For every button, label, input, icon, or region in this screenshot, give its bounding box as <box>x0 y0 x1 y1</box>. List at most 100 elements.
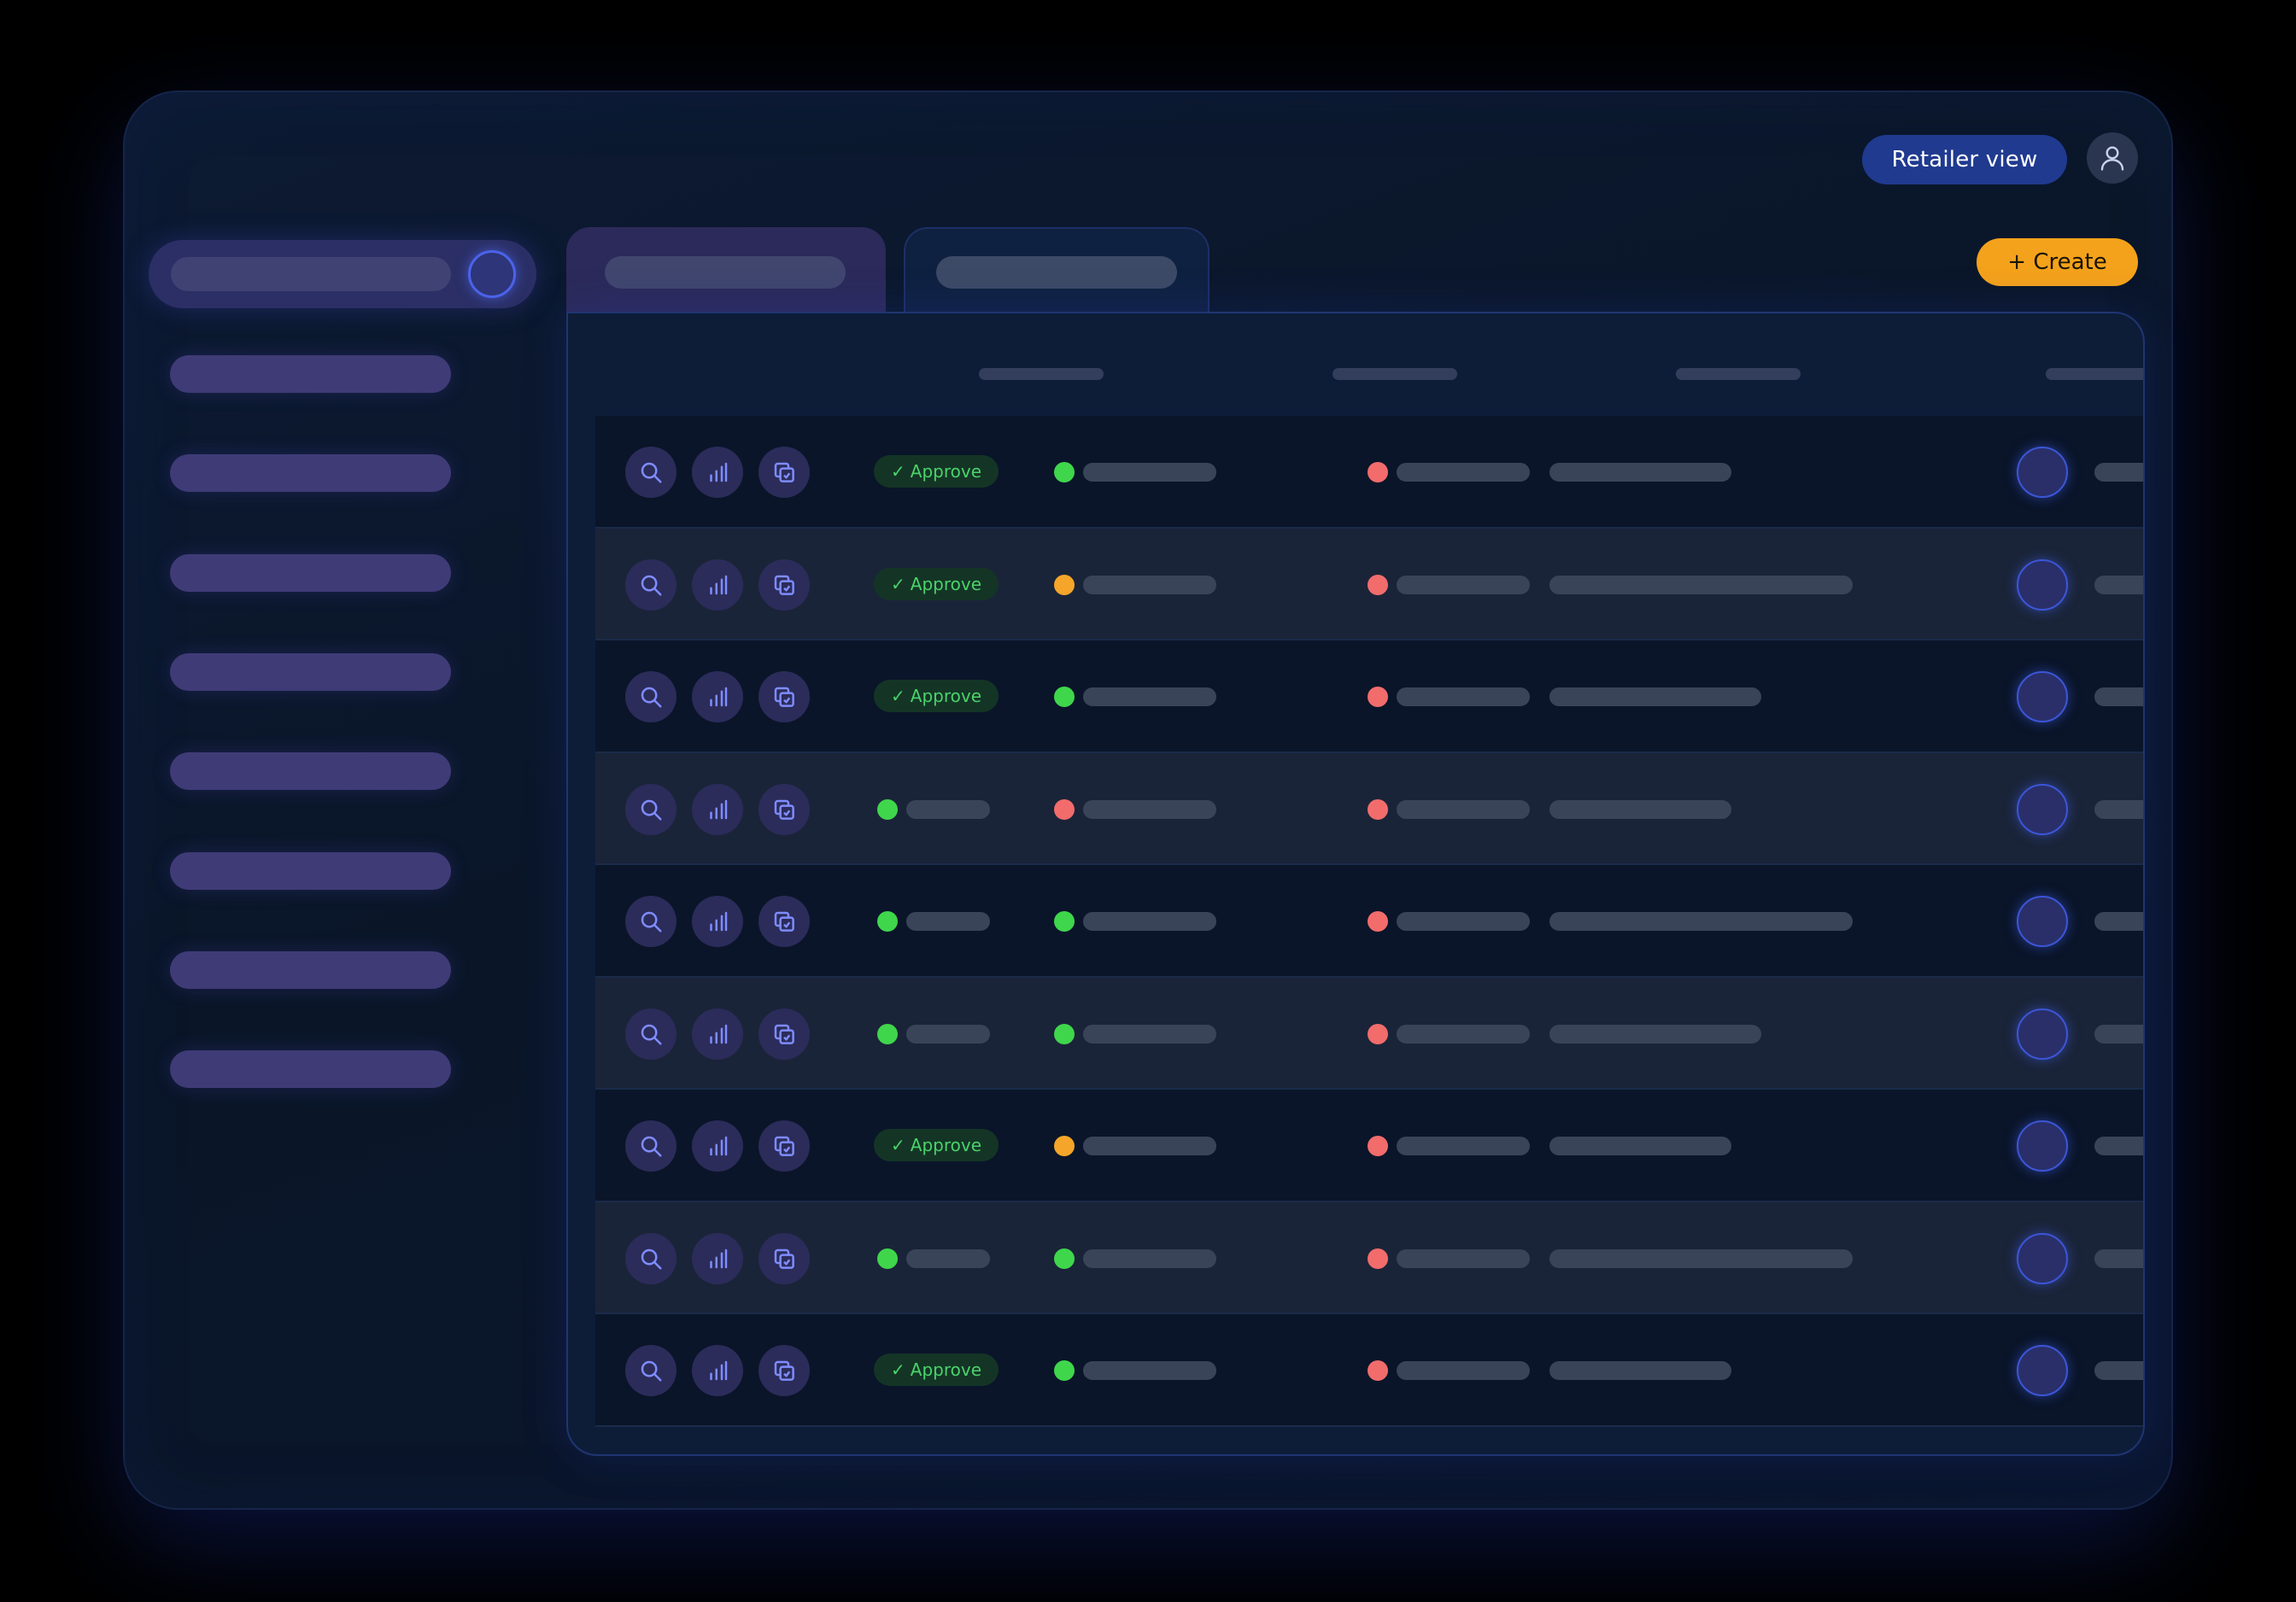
column-header[interactable] <box>1676 368 1801 380</box>
table-row[interactable]: ✓ Approve <box>595 1090 2143 1202</box>
copy-button[interactable] <box>758 1008 810 1060</box>
table-row[interactable]: ✓ Approve <box>595 1314 2143 1427</box>
avatar[interactable] <box>2017 671 2068 722</box>
status-placeholder <box>906 1248 990 1268</box>
bar-chart-button[interactable] <box>692 447 743 498</box>
table-row[interactable]: ✓ Approve <box>595 528 2143 640</box>
sidebar-item[interactable] <box>170 752 451 791</box>
table-row[interactable] <box>595 1202 2143 1314</box>
status-dot <box>1368 1023 1388 1044</box>
copy-button[interactable] <box>758 783 810 835</box>
sidebar-item[interactable] <box>170 950 451 989</box>
cell-placeholder <box>2094 687 2143 706</box>
bar-chart-button[interactable] <box>692 1120 743 1172</box>
copy-button[interactable] <box>758 1232 810 1284</box>
copy-icon <box>771 1133 797 1159</box>
copy-button[interactable] <box>758 1120 810 1172</box>
status-dot <box>877 798 898 820</box>
bar-chart-button[interactable] <box>692 896 743 947</box>
table-row[interactable] <box>595 865 2143 978</box>
cell-placeholder <box>1083 799 1216 819</box>
column-header[interactable] <box>1332 368 1457 380</box>
approve-button[interactable]: ✓ Approve <box>874 680 999 712</box>
approve-button[interactable]: ✓ Approve <box>874 1354 999 1386</box>
check-icon: ✓ <box>891 573 905 594</box>
column-header[interactable] <box>979 368 1104 380</box>
column-header[interactable] <box>2046 368 2143 380</box>
search-button[interactable] <box>625 671 676 722</box>
sidebar-toggle-knob[interactable] <box>468 250 516 298</box>
bar-chart-icon <box>705 1021 730 1047</box>
sidebar-item[interactable] <box>170 652 451 691</box>
sidebar-item[interactable] <box>170 851 451 890</box>
sidebar-item[interactable] <box>170 553 451 592</box>
avatar[interactable] <box>2017 1008 2068 1060</box>
retailer-view-button[interactable]: Retailer view <box>1862 135 2067 184</box>
status-dot <box>1054 462 1075 482</box>
table-row[interactable]: ✓ Approve <box>595 416 2143 529</box>
table-row[interactable] <box>595 752 2143 865</box>
bar-chart-icon <box>705 1133 730 1159</box>
avatar[interactable] <box>2017 1232 2068 1284</box>
table-body: ✓ Approve ✓ Approve ✓ Approve ✓ Approve ✓ Approve <box>595 416 2143 1427</box>
bar-chart-button[interactable] <box>692 1232 743 1284</box>
search-button[interactable] <box>625 896 676 947</box>
cell-placeholder <box>1549 575 1853 594</box>
avatar[interactable] <box>2017 1345 2068 1396</box>
cell-placeholder <box>2094 1248 2143 1268</box>
search-button[interactable] <box>625 783 676 835</box>
approve-button[interactable]: ✓ Approve <box>874 455 999 488</box>
tab-inactive[interactable] <box>566 227 886 316</box>
bar-chart-button[interactable] <box>692 1008 743 1060</box>
table-row[interactable]: ✓ Approve <box>595 640 2143 753</box>
table-row[interactable] <box>595 977 2143 1090</box>
approve-button[interactable]: ✓ Approve <box>874 1129 999 1161</box>
bar-chart-icon <box>705 797 730 822</box>
status-dot <box>1368 687 1388 707</box>
cell-placeholder <box>2094 1361 2143 1380</box>
search-icon <box>638 1133 664 1159</box>
sidebar-search-field[interactable] <box>171 257 451 291</box>
sidebar-search-toggle[interactable] <box>149 240 536 308</box>
user-avatar-button[interactable] <box>2087 132 2138 184</box>
sidebar-item[interactable] <box>170 454 451 493</box>
check-icon: ✓ <box>891 1359 905 1380</box>
sidebar-item[interactable] <box>170 1050 451 1089</box>
tab-active[interactable] <box>904 227 1210 321</box>
bar-chart-button[interactable] <box>692 783 743 835</box>
tab-label-placeholder <box>605 256 846 289</box>
bar-chart-button[interactable] <box>692 558 743 611</box>
status-dot <box>1368 1360 1388 1381</box>
avatar[interactable] <box>2017 447 2068 498</box>
search-button[interactable] <box>625 447 676 498</box>
copy-button[interactable] <box>758 558 810 611</box>
user-icon <box>2100 146 2124 171</box>
cell-placeholder <box>1083 1248 1216 1268</box>
status-dot <box>877 1023 898 1044</box>
status-dot <box>1054 1248 1075 1269</box>
cell-placeholder <box>2094 463 2143 482</box>
search-button[interactable] <box>625 558 676 611</box>
avatar[interactable] <box>2017 896 2068 947</box>
search-button[interactable] <box>625 1232 676 1284</box>
copy-button[interactable] <box>758 671 810 722</box>
copy-button[interactable] <box>758 1345 810 1396</box>
status-dot <box>1054 574 1075 595</box>
search-button[interactable] <box>625 1008 676 1060</box>
search-button[interactable] <box>625 1120 676 1172</box>
approve-label: Approve <box>910 461 981 482</box>
approve-button[interactable]: ✓ Approve <box>874 567 999 600</box>
avatar[interactable] <box>2017 783 2068 835</box>
copy-button[interactable] <box>758 447 810 498</box>
search-icon <box>638 909 664 934</box>
copy-button[interactable] <box>758 896 810 947</box>
avatar[interactable] <box>2017 558 2068 611</box>
bar-chart-button[interactable] <box>692 1345 743 1396</box>
status-dot <box>1054 687 1075 707</box>
sidebar-item[interactable] <box>170 355 451 393</box>
create-button[interactable]: + Create <box>1977 238 2138 286</box>
search-icon <box>638 1246 664 1272</box>
bar-chart-button[interactable] <box>692 671 743 722</box>
avatar[interactable] <box>2017 1120 2068 1172</box>
search-button[interactable] <box>625 1345 676 1396</box>
